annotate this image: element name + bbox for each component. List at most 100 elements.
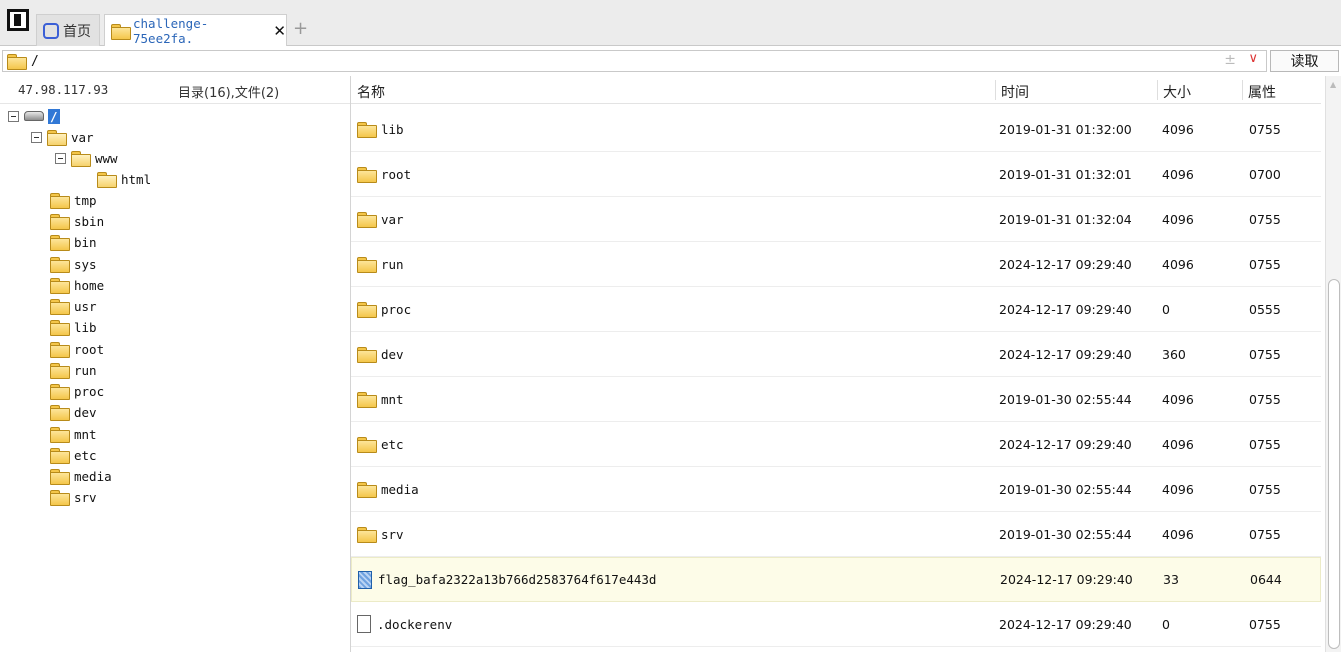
row-attr: 0700 (1249, 166, 1281, 182)
file-list-header: 名称 时间 大小 属性 (351, 76, 1321, 104)
row-name: run (381, 256, 404, 272)
tree-node-label: var (71, 129, 94, 145)
file-text-icon (358, 570, 372, 589)
tree-node-media[interactable]: media (50, 466, 112, 486)
drive-icon (24, 111, 44, 121)
tree-node-home[interactable]: home (50, 275, 104, 295)
column-header-time[interactable]: 时间 (1001, 82, 1029, 102)
tree-node-var[interactable]: var (31, 127, 94, 147)
collapse-icon[interactable] (8, 110, 19, 122)
file-list-scrollbar[interactable]: ▲ (1325, 76, 1341, 652)
row-name: proc (381, 301, 412, 317)
tree-node-mnt[interactable]: mnt (50, 424, 97, 444)
folder-icon (50, 214, 70, 230)
column-header-attr[interactable]: 属性 (1248, 82, 1276, 102)
add-tab-button[interactable]: + (293, 18, 308, 39)
row-time: 2019-01-30 02:55:44 (999, 526, 1132, 542)
tab-home[interactable]: 首页 (36, 14, 100, 46)
row-size: 4096 (1162, 436, 1194, 452)
table-row[interactable]: dev 2024-12-17 09:29:40 360 0755 (351, 332, 1321, 377)
tree-node-tmp[interactable]: tmp (50, 190, 97, 210)
row-time: 2024-12-17 09:29:40 (999, 301, 1132, 317)
column-resize-handle[interactable] (995, 80, 996, 100)
tree-node-run[interactable]: run (50, 360, 97, 380)
table-row[interactable]: root 2019-01-31 01:32:01 4096 0700 (351, 152, 1321, 197)
column-resize-handle[interactable] (1157, 80, 1158, 100)
column-resize-handle[interactable] (1242, 80, 1243, 100)
tree-node-label: sbin (74, 213, 105, 229)
tree-node-bin[interactable]: bin (50, 232, 97, 252)
row-time: 2024-12-17 09:29:40 (999, 616, 1132, 632)
tree-node-proc[interactable]: proc (50, 381, 104, 401)
row-size: 4096 (1162, 526, 1194, 542)
app-logo-icon[interactable] (7, 9, 29, 31)
tree-node-label: media (74, 468, 112, 484)
table-row[interactable]: proc 2024-12-17 09:29:40 0 0555 (351, 287, 1321, 332)
table-row[interactable]: etc 2024-12-17 09:29:40 4096 0755 (351, 422, 1321, 467)
row-size: 0 (1162, 301, 1170, 317)
directory-tree: / var www html tmp sbin bin sys home usr… (0, 104, 350, 652)
tree-node-srv[interactable]: srv (50, 487, 97, 507)
tree-node-label: home (74, 277, 105, 293)
tree-node-lib[interactable]: lib (50, 317, 97, 337)
collapse-icon[interactable] (31, 131, 42, 143)
folder-open-icon (47, 130, 67, 146)
collapse-icon[interactable] (55, 152, 66, 164)
tree-node-etc[interactable]: etc (50, 445, 97, 465)
tree-node-root-dir[interactable]: root (50, 339, 104, 359)
folder-icon (50, 235, 70, 251)
column-header-name[interactable]: 名称 (357, 82, 385, 102)
folder-icon (50, 299, 70, 315)
tree-node-www[interactable]: www (55, 148, 118, 168)
tab-challenge-label: challenge-75ee2fa. (133, 15, 209, 46)
tab-challenge[interactable]: challenge-75ee2fa. ✕ (104, 14, 287, 46)
row-size: 360 (1162, 346, 1186, 362)
chevron-down-icon[interactable]: ∨ (1248, 51, 1258, 66)
row-attr: 0755 (1249, 526, 1281, 542)
table-row[interactable]: media 2019-01-30 02:55:44 4096 0755 (351, 467, 1321, 512)
row-name: dev (381, 346, 404, 362)
row-attr: 0644 (1250, 572, 1282, 587)
table-row[interactable]: srv 2019-01-30 02:55:44 4096 0755 (351, 512, 1321, 557)
tree-node-label: www (95, 150, 118, 166)
row-name: media (381, 481, 419, 497)
path-input[interactable] (29, 52, 1179, 70)
tree-node-dev[interactable]: dev (50, 402, 97, 422)
row-time: 2019-01-31 01:32:01 (999, 166, 1132, 182)
row-time: 2019-01-30 02:55:44 (999, 481, 1132, 497)
row-time: 2024-12-17 09:29:40 (999, 436, 1132, 452)
row-name: root (381, 166, 412, 182)
scrollbar-thumb[interactable] (1328, 279, 1340, 649)
tree-node-label: proc (74, 383, 105, 399)
tree-node-label: root (74, 341, 105, 357)
row-time: 2024-12-17 09:29:40 (1000, 572, 1133, 587)
row-name: .dockerenv (377, 616, 453, 632)
row-size: 4096 (1162, 391, 1194, 407)
folder-icon (50, 427, 70, 443)
tree-node-sys[interactable]: sys (50, 254, 97, 274)
tree-node-html[interactable]: html (97, 169, 151, 189)
table-row[interactable]: var 2019-01-31 01:32:04 4096 0755 (351, 197, 1321, 242)
tree-node-sbin[interactable]: sbin (50, 211, 104, 231)
row-name: lib (381, 121, 404, 137)
close-tab-icon[interactable]: ✕ (273, 22, 286, 40)
table-row[interactable]: lib 2019-01-31 01:32:00 4096 0755 (351, 107, 1321, 152)
tree-node-label: mnt (74, 426, 97, 442)
read-button[interactable]: 读取 (1270, 50, 1339, 72)
table-row[interactable]: .dockerenv 2024-12-17 09:29:40 0 0755 (351, 602, 1321, 647)
folder-icon (357, 122, 377, 138)
table-row[interactable]: run 2024-12-17 09:29:40 4096 0755 (351, 242, 1321, 287)
folder-icon (50, 320, 70, 336)
path-plus-icon[interactable]: ± (1224, 52, 1236, 68)
folder-icon (50, 405, 70, 421)
folder-icon (50, 257, 70, 273)
row-time: 2019-01-31 01:32:04 (999, 211, 1132, 227)
tree-node-usr[interactable]: usr (50, 296, 97, 316)
table-row[interactable]: mnt 2019-01-30 02:55:44 4096 0755 (351, 377, 1321, 422)
row-name: flag_bafa2322a13b766d2583764f617e443d (378, 572, 657, 587)
tree-node-label: tmp (74, 192, 97, 208)
scroll-up-icon[interactable]: ▲ (1330, 80, 1336, 89)
table-row-selected[interactable]: flag_bafa2322a13b766d2583764f617e443d 20… (351, 557, 1321, 602)
column-header-size[interactable]: 大小 (1163, 82, 1191, 102)
tree-node-root[interactable]: / (8, 106, 60, 126)
